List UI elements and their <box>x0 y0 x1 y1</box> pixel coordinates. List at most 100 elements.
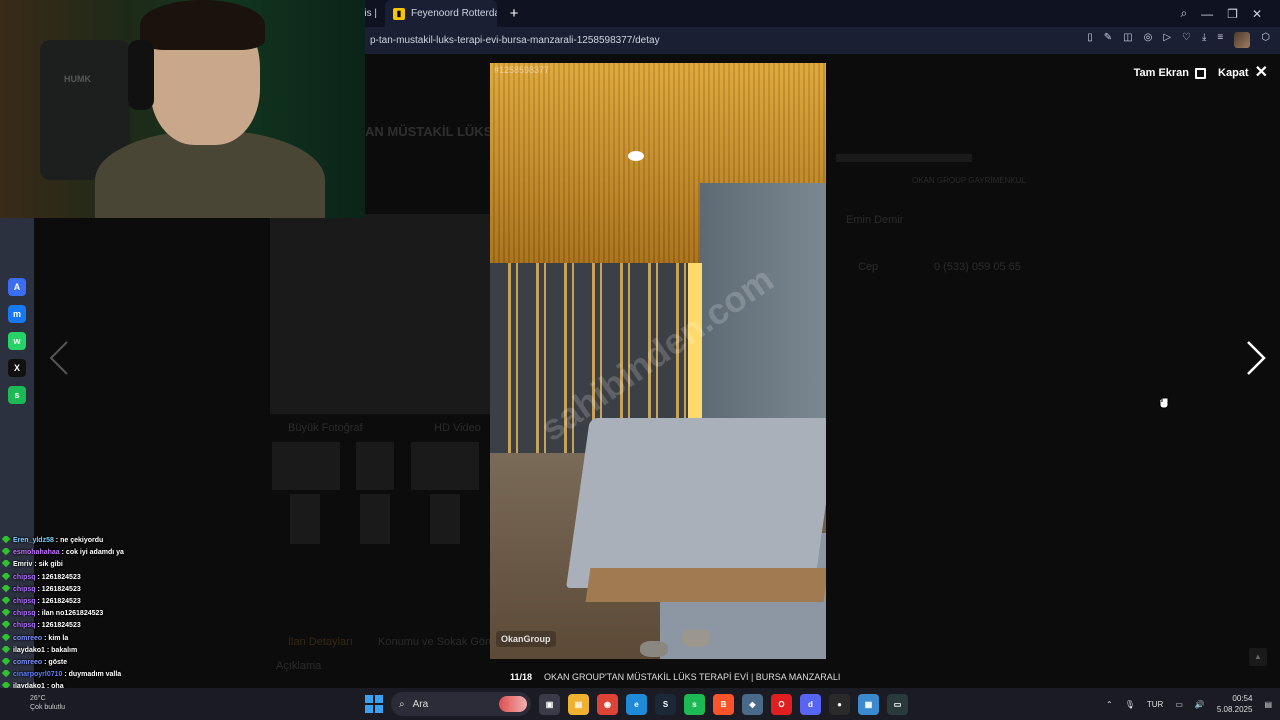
steam-icon[interactable]: S <box>655 693 676 715</box>
photo-id: #1258598377 <box>494 65 550 75</box>
badge-icon <box>1 560 11 568</box>
search-icon: ⌕ <box>399 698 405 710</box>
previous-photo-arrow-icon[interactable] <box>45 338 75 378</box>
close-lightbox-button[interactable]: Kapat ✕ <box>1218 65 1268 81</box>
weather-widget[interactable]: 26°C Çok bulutlu <box>30 694 65 712</box>
download-icon[interactable]: ⤓ <box>1202 32 1206 48</box>
chat-message: Emriv : sik gibi <box>0 560 260 572</box>
volume-icon[interactable]: 🔊 <box>1195 700 1205 709</box>
chat-username[interactable]: chipsq <box>13 586 36 593</box>
restore-icon[interactable]: ❐ <box>1227 7 1238 21</box>
remote-icon[interactable]: ▦ <box>858 693 879 715</box>
spotify-icon[interactable]: s <box>8 386 26 404</box>
tab-listing-details[interactable]: İlan Detayları <box>288 636 353 648</box>
obs-icon[interactable]: ● <box>829 693 850 715</box>
microphone-icon[interactable]: 🎙 <box>1125 700 1135 709</box>
chat-username[interactable]: chipsq <box>13 574 36 581</box>
thumbnail[interactable] <box>356 442 394 490</box>
chat-text: 1261824523 <box>41 597 81 605</box>
chat-username[interactable]: esmohahahaa <box>13 549 60 556</box>
network-icon[interactable]: ▭ <box>1175 700 1183 709</box>
chat-username[interactable]: comreeo <box>13 659 42 666</box>
heart-icon[interactable]: ♡ <box>1182 32 1191 48</box>
taskbar-search[interactable]: ⌕ Ara <box>391 692 531 716</box>
thumbnail[interactable] <box>430 494 460 544</box>
photo-caption-bar: 11/18 OKAN GROUP'TAN MÜSTAKİL LÜKS TERAP… <box>490 665 890 689</box>
search-icon[interactable]: ⌕ <box>1180 6 1187 21</box>
thumbnail[interactable] <box>360 494 390 544</box>
camera-icon[interactable]: ◫ <box>1123 32 1132 48</box>
tab-label: is | <box>364 8 377 19</box>
chat-username[interactable]: Eren_yldz58 <box>13 537 54 544</box>
minimize-icon[interactable]: — <box>1201 7 1213 21</box>
shield-icon[interactable]: ◎ <box>1144 32 1153 48</box>
hd-video-link[interactable]: HD Video <box>434 422 481 434</box>
chat-message: chipsq : 1261824523 <box>0 621 260 633</box>
new-tab-button[interactable]: + <box>503 3 525 25</box>
chat-username[interactable]: chipsq <box>13 622 36 629</box>
chat-username[interactable]: chipsq <box>13 610 36 617</box>
badge-icon <box>1 536 11 544</box>
thumbnail[interactable] <box>272 442 340 490</box>
big-photo-link[interactable]: Büyük Fotoğraf <box>288 422 363 434</box>
chat-message: chipsq : 1261824523 <box>0 596 260 609</box>
x-icon[interactable]: X <box>8 359 26 377</box>
brand-watermark: OkanGroup <box>496 631 556 647</box>
thumbnail[interactable] <box>411 442 479 490</box>
clock[interactable]: 00:54 5.08.2025 <box>1217 693 1253 715</box>
windows-start-icon[interactable] <box>365 695 383 713</box>
hand-cursor-icon <box>1159 394 1169 409</box>
thumbnail[interactable] <box>290 494 320 544</box>
search-placeholder: Ara <box>412 698 429 710</box>
messenger-icon[interactable]: m <box>8 305 26 323</box>
description-heading: Açıklama <box>276 660 322 672</box>
game-icon[interactable]: ◆ <box>742 693 763 715</box>
chevron-up-icon[interactable]: ⌃ <box>1106 700 1113 709</box>
brave-icon[interactable]: B <box>713 693 734 715</box>
chat-message: chipsq : 1261824523 <box>0 572 260 585</box>
tab-feyenoord[interactable]: ▮ Feyenoord Rotterdam - F <box>385 0 497 27</box>
language-indicator[interactable]: TUR <box>1147 700 1163 709</box>
feyenoord-favicon-icon: ▮ <box>393 7 405 20</box>
chat-text: ilan no1261824523 <box>41 610 104 618</box>
task-view-icon[interactable]: ▣ <box>539 693 560 715</box>
fullscreen-icon <box>1195 67 1207 79</box>
scroll-top-icon[interactable]: ▲ <box>1249 648 1267 666</box>
url-field[interactable]: p-tan-mustakil-luks-terapi-evi-bursa-man… <box>370 35 660 46</box>
tab-label: Feyenoord Rotterdam - F <box>411 8 497 19</box>
file-explorer-icon[interactable]: ▤ <box>568 693 589 715</box>
play-icon[interactable]: ▷ <box>1163 32 1171 48</box>
whatsapp-icon[interactable]: w <box>8 332 26 350</box>
next-photo-arrow-icon[interactable] <box>1240 338 1270 378</box>
chat-username[interactable]: cinarpoyrl0710 <box>13 671 62 678</box>
fullscreen-button[interactable]: Tam Ekran <box>1133 67 1207 79</box>
fullscreen-label: Tam Ekran <box>1133 67 1190 79</box>
terminal-icon[interactable]: ▭ <box>887 693 908 715</box>
chat-username[interactable]: chipsq <box>13 598 36 605</box>
menu-icon[interactable]: ≡ <box>1217 32 1223 48</box>
opera-icon[interactable]: O <box>771 693 792 715</box>
chat-username[interactable]: Emriv <box>13 561 32 568</box>
extension-icon[interactable]: ⬡ <box>1261 32 1270 48</box>
edge-icon[interactable]: e <box>626 693 647 715</box>
taskbar-center: ⌕ Ara ▣ ▤ ◉ e Ss B ◆ Od ● ▦ ▭ <box>365 692 908 716</box>
profile-avatar[interactable] <box>1234 32 1251 48</box>
photo-slipper <box>682 629 710 647</box>
chrome-icon[interactable]: ◉ <box>597 693 618 715</box>
edit-icon[interactable]: ✎ <box>1104 32 1112 48</box>
badge-icon <box>1 596 11 605</box>
taskbar: 26°C Çok bulutlu ⌕ Ara ▣ ▤ ◉ e Ss B ◆ Od ● ▦ ▭ ⌃ 🎙… <box>0 688 1280 720</box>
close-icon: ✕ <box>1254 64 1268 81</box>
spotify-icon[interactable]: s <box>684 693 705 715</box>
close-icon[interactable]: ✕ <box>1252 7 1262 21</box>
listing-photo: sahibinden.com #1258598377 OkanGroup <box>490 63 826 659</box>
app-store-icon[interactable]: A <box>8 278 26 296</box>
chat-username[interactable]: comreeo <box>13 635 42 642</box>
chat-username[interactable]: ilaydako1 <box>13 647 45 654</box>
photo-slipper <box>640 641 668 657</box>
discord-icon[interactable]: d <box>800 693 821 715</box>
reader-icon[interactable]: ▯ <box>1087 32 1093 48</box>
badge-icon <box>1 621 11 629</box>
address-bar-icons: ▯ ✎ ◫ ◎ ▷ ♡ ⤓ ≡ ⬡ <box>1087 32 1270 48</box>
notification-icon[interactable]: ▤ <box>1264 700 1272 709</box>
